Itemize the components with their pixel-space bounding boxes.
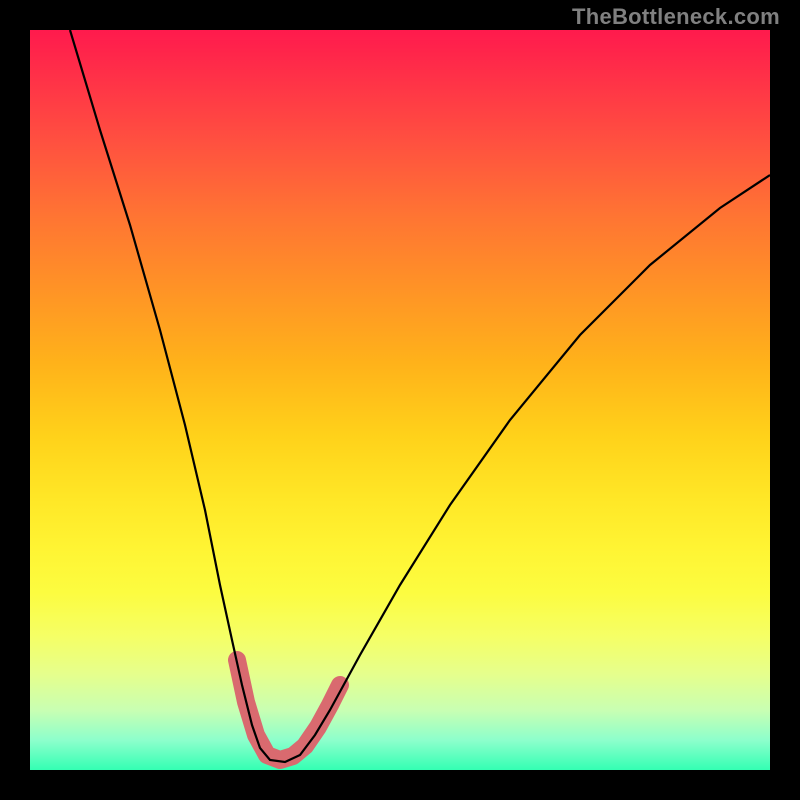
bottleneck-curve	[70, 30, 770, 762]
plot-area	[30, 30, 770, 770]
chart-frame: TheBottleneck.com	[0, 0, 800, 800]
bottleneck-highlight	[237, 660, 340, 760]
chart-svg	[30, 30, 770, 770]
watermark-text: TheBottleneck.com	[572, 4, 780, 30]
